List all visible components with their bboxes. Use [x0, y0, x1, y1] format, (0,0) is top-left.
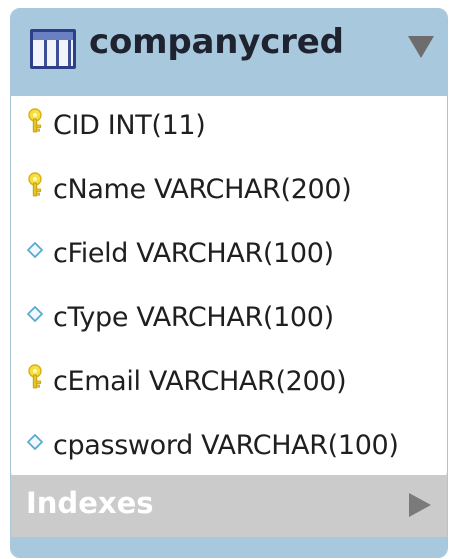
table-icon-header-strip — [33, 32, 73, 40]
table-footer — [11, 537, 447, 557]
column-label: cpassword VARCHAR(100) — [53, 430, 399, 461]
table-card[interactable]: companycred CID INT(11) cName VARCHAR(20… — [10, 8, 448, 558]
column-diamond-icon — [26, 241, 44, 259]
column-label: cEmail VARCHAR(200) — [53, 366, 347, 397]
table-icon-column-line — [44, 40, 47, 66]
primary-key-icon — [28, 108, 42, 133]
indexes-label: Indexes — [26, 486, 154, 520]
table-icon-column-line — [56, 40, 59, 66]
column-row-ctype[interactable]: cType VARCHAR(100) — [11, 288, 447, 352]
chevron-right-icon[interactable] — [409, 493, 431, 517]
table-icon — [30, 29, 76, 69]
indexes-section[interactable]: Indexes — [11, 475, 447, 537]
table-icon-column-line — [68, 40, 71, 66]
column-label: cField VARCHAR(100) — [53, 238, 334, 269]
column-diamond-icon — [26, 305, 44, 323]
column-row-cpassword[interactable]: cpassword VARCHAR(100) — [11, 416, 447, 480]
primary-key-icon — [28, 364, 42, 389]
primary-key-icon — [28, 172, 42, 197]
column-row-cemail[interactable]: cEmail VARCHAR(200) — [11, 352, 447, 416]
column-row-cfield[interactable]: cField VARCHAR(100) — [11, 224, 447, 288]
column-label: CID INT(11) — [53, 110, 206, 141]
table-header[interactable]: companycred — [11, 9, 447, 96]
column-list: CID INT(11) cName VARCHAR(200) cField VA… — [11, 96, 447, 473]
column-label: cType VARCHAR(100) — [53, 302, 334, 333]
column-row-cid[interactable]: CID INT(11) — [11, 96, 447, 160]
table-name: companycred — [89, 22, 344, 62]
column-label: cName VARCHAR(200) — [53, 174, 352, 205]
chevron-down-icon[interactable] — [408, 36, 434, 58]
column-diamond-icon — [26, 433, 44, 451]
column-row-cname[interactable]: cName VARCHAR(200) — [11, 160, 447, 224]
